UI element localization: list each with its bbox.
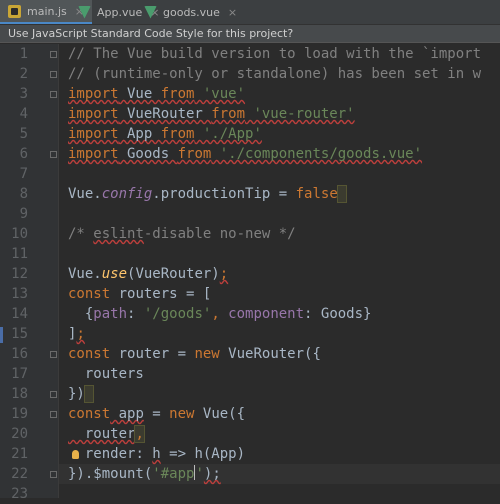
- line-number: 8: [19, 186, 28, 202]
- code-line: ];: [68, 326, 85, 342]
- line-number: 13: [11, 286, 28, 302]
- intention-bulb-icon[interactable]: [72, 450, 79, 459]
- line-number: 17: [11, 366, 28, 382]
- code-line: const routers = [: [68, 286, 212, 302]
- code-editor[interactable]: // The Vue build version to load with th…: [59, 44, 500, 498]
- line-number: 19: [11, 406, 28, 422]
- line-number: 6: [19, 146, 28, 162]
- line-number: 7: [19, 166, 28, 182]
- line-number: 15: [11, 326, 28, 342]
- code-line: import Goods from './components/goods.vu…: [68, 146, 423, 162]
- code-line: }): [68, 384, 95, 404]
- fold-toggle-icon[interactable]: [50, 71, 57, 78]
- fold-toggle-icon[interactable]: [50, 91, 57, 98]
- code-line: const app = new Vue({: [68, 406, 246, 422]
- line-number: 3: [19, 86, 28, 102]
- line-number: 14: [11, 306, 28, 322]
- code-line: Vue.use(VueRouter);: [68, 266, 229, 282]
- fold-toggle-icon[interactable]: [50, 471, 57, 478]
- line-number: 16: [11, 346, 28, 362]
- line-number-gutter: 1 2 3 4 5 6 7 8 9 10 11 12 13 14 15 16 1…: [0, 44, 59, 502]
- fold-toggle-icon[interactable]: [50, 51, 57, 58]
- line-number: 11: [11, 246, 28, 262]
- fold-toggle-icon[interactable]: [50, 391, 57, 398]
- line-number: 1: [19, 46, 28, 62]
- editor-tab-bar: main.js × App.vue × goods.vue ×: [0, 0, 500, 25]
- tab-label: goods.vue: [163, 5, 220, 19]
- code-line: router,: [68, 425, 145, 443]
- fold-toggle-icon[interactable]: [50, 351, 57, 358]
- line-number: 20: [11, 426, 28, 442]
- code-line: render: h => h(App): [68, 446, 246, 462]
- vue-file-icon: [144, 5, 157, 19]
- line-number: 12: [11, 266, 28, 282]
- close-tab-icon[interactable]: ×: [228, 6, 237, 19]
- js-file-icon: [8, 4, 21, 18]
- change-marker: [0, 327, 3, 343]
- line-number: 9: [19, 206, 28, 222]
- vue-file-icon: [78, 5, 91, 19]
- tab-label: main.js: [27, 4, 67, 18]
- fold-toggle-icon[interactable]: [50, 151, 57, 158]
- code-line: // (runtime-only or standalone) has been…: [68, 66, 482, 82]
- code-line: import VueRouter from 'vue-router': [68, 106, 355, 122]
- line-number: 18: [11, 386, 28, 402]
- code-line: Vue.config.productionTip = false: [68, 184, 348, 204]
- line-number: 2: [19, 66, 28, 82]
- code-style-banner[interactable]: Use JavaScript Standard Code Style for t…: [0, 25, 500, 43]
- code-line: }).$mount('#app');: [68, 465, 221, 482]
- line-number: 5: [19, 126, 28, 142]
- code-line: /* eslint-disable no-new */: [68, 226, 296, 242]
- line-number: 21: [11, 446, 28, 462]
- tab-goods-vue[interactable]: goods.vue ×: [136, 0, 245, 24]
- line-number: 10: [11, 226, 28, 242]
- code-line: import Vue from 'vue': [68, 86, 246, 102]
- line-number: 4: [19, 106, 28, 122]
- code-line: // The Vue build version to load with th…: [68, 46, 482, 62]
- fold-toggle-icon[interactable]: [50, 411, 57, 418]
- code-line: routers: [68, 366, 144, 382]
- line-number: 22: [11, 466, 28, 482]
- code-line: const router = new VueRouter({: [68, 346, 321, 362]
- line-number: 23: [11, 486, 28, 502]
- banner-text: Use JavaScript Standard Code Style for t…: [8, 27, 294, 40]
- code-line: import App from './App': [68, 126, 262, 142]
- code-line: {path: '/goods', component: Goods}: [68, 306, 372, 322]
